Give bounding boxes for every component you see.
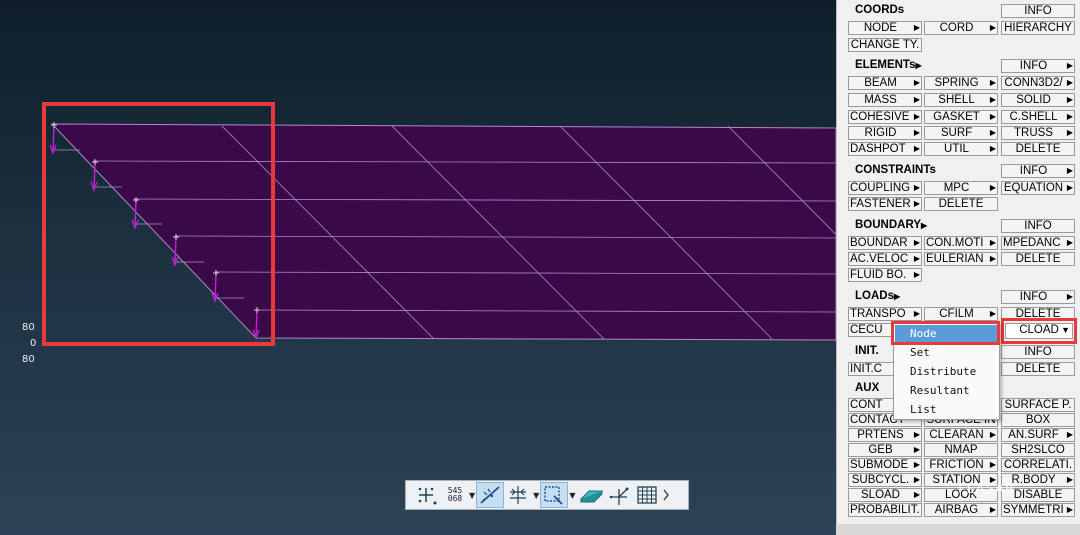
dropdown-highlight-box	[891, 321, 1000, 345]
elements-cohesive-button[interactable]: COHESIVE	[848, 110, 922, 124]
aux-submodel-button[interactable]: SUBMODE	[848, 458, 922, 472]
axis-label-1: 80	[22, 322, 35, 333]
init-delete-button[interactable]: DELETE	[1001, 362, 1075, 376]
node-id-label: 545 068	[447, 486, 463, 503]
aux-prtens-button[interactable]: PRTENS	[848, 428, 922, 442]
boundary-boundary-button[interactable]: BOUNDAR	[848, 236, 922, 250]
node-number-icon[interactable]: 545 068	[442, 482, 468, 508]
boundary-eulerian-button[interactable]: EULERIAN	[924, 252, 998, 266]
axis-label-2: 0	[30, 338, 37, 349]
elements-spring-button[interactable]: SPRING	[924, 76, 998, 90]
dropdown-item-list[interactable]: List	[895, 401, 998, 419]
section-title-constraints: CONSTRAINTs	[855, 164, 936, 176]
elements-util-button[interactable]: UTIL	[924, 142, 998, 156]
view-toolbar: 545 068 ▼ ▼ ▼	[405, 480, 689, 510]
section-title-loads[interactable]: LOADs▶	[855, 290, 900, 302]
boundary-delete-button[interactable]: DELETE	[1001, 252, 1075, 266]
coords-change-type-button[interactable]: CHANGE TY.	[848, 38, 922, 52]
section-title-coords: COORDs	[855, 4, 905, 16]
chevron-down-icon[interactable]: ▼	[533, 491, 539, 500]
dropdown-item-set[interactable]: Set	[895, 344, 998, 362]
aux-sh2slco-button[interactable]: SH2SLCO	[1001, 443, 1075, 457]
elements-rigid-button[interactable]: RIGID	[848, 126, 922, 140]
chevron-down-icon[interactable]: ▼	[569, 491, 575, 500]
constraints-equation-button[interactable]: EQUATION	[1001, 181, 1075, 195]
section-title-elements-label: ELEMENTs	[855, 59, 916, 71]
watermark-text: FEASAB	[958, 482, 1015, 497]
chevron-down-icon[interactable]: ▼	[469, 491, 475, 500]
aux-symmetry-button[interactable]: SYMMETRI	[1001, 503, 1075, 517]
section-title-boundary[interactable]: BOUNDARY▶	[855, 219, 927, 231]
elements-cshell-button[interactable]: C.SHELL	[1001, 110, 1075, 124]
grid-table-icon[interactable]	[634, 482, 660, 508]
aux-box-button[interactable]: BOX	[1001, 413, 1075, 427]
constraints-coupling-button[interactable]: COUPLING	[848, 181, 922, 195]
loads-cfilm-button[interactable]: CFILM	[924, 307, 998, 321]
triangle-right-icon: ▶	[915, 61, 922, 70]
section-title-elements[interactable]: ELEMENTs▶	[855, 59, 922, 71]
triangle-right-icon: ▶	[921, 221, 928, 230]
constraints-mpc-button[interactable]: MPC	[924, 181, 998, 195]
aux-geb-button[interactable]: GEB	[848, 443, 922, 457]
elements-gasket-button[interactable]: GASKET	[924, 110, 998, 124]
elements-surf-button[interactable]: SURF	[924, 126, 998, 140]
dropdown-item-resultant[interactable]: Resultant	[895, 382, 998, 400]
aux-an-surf-button[interactable]: AN.SURF	[1001, 428, 1075, 442]
cload-highlight-box	[1001, 318, 1077, 344]
aux-airbag-button[interactable]: AIRBAG	[924, 503, 998, 517]
elements-mass-button[interactable]: MASS	[848, 93, 922, 107]
aux-correlation-button[interactable]: CORRELATI.	[1001, 458, 1075, 472]
node-pick-icon[interactable]	[412, 482, 442, 508]
aux-friction-button[interactable]: FRICTION	[924, 458, 998, 472]
graphics-viewport[interactable]: 80 0 80	[0, 0, 836, 535]
rotate-view-icon[interactable]	[476, 482, 505, 508]
section-title-aux: AUX	[855, 382, 880, 394]
selection-highlight-box	[42, 102, 275, 346]
elements-beam-button[interactable]: BEAM	[848, 76, 922, 90]
elements-conn3d2-button[interactable]: CONN3D2/	[1001, 76, 1075, 90]
elements-delete-button[interactable]: DELETE	[1001, 142, 1075, 156]
aux-surface-pair-button[interactable]: SURFACE P.	[1001, 398, 1075, 412]
elements-truss-button[interactable]: TRUSS	[1001, 126, 1075, 140]
coords-node-button[interactable]: NODE	[848, 21, 922, 35]
node-connect-icon[interactable]	[606, 482, 634, 508]
constraints-info-button[interactable]: INFO	[1001, 164, 1075, 178]
aux-subcycle-button[interactable]: SUBCYCL.	[848, 473, 922, 487]
axis-label-3: 80	[22, 354, 35, 365]
elements-shell-button[interactable]: SHELL	[924, 93, 998, 107]
constraints-delete-button[interactable]: DELETE	[924, 197, 998, 211]
boundary-info-button[interactable]: INFO	[1001, 219, 1075, 233]
loads-transport-button[interactable]: TRANSPO	[848, 307, 922, 321]
chevron-right-icon[interactable]	[660, 482, 672, 508]
coords-hierarchy-button[interactable]: HIERARCHY	[1001, 21, 1075, 35]
aux-sload-button[interactable]: SLOAD	[848, 488, 922, 502]
aux-clearance-button[interactable]: CLEARAN	[924, 428, 998, 442]
boundary-impedance-button[interactable]: MPEDANC	[1001, 236, 1075, 250]
boundary-con-motion-button[interactable]: CON.MOTI	[924, 236, 998, 250]
elements-dashpot-button[interactable]: DASHPOT	[848, 142, 922, 156]
elements-solid-button[interactable]: SOLID	[1001, 93, 1075, 107]
boundary-ac-velocity-button[interactable]: AC.VELOC	[848, 252, 922, 266]
section-title-init: INIT.	[855, 345, 879, 357]
dropdown-item-distribute[interactable]: Distribute	[895, 363, 998, 381]
boundary-fluid-boundary-button[interactable]: FLUID BO.	[848, 268, 922, 282]
init-info-button[interactable]: INFO	[1001, 345, 1075, 359]
section-title-boundary-label: BOUNDARY	[855, 219, 922, 231]
coords-info-button[interactable]: INFO	[1001, 4, 1075, 18]
coords-cord-button[interactable]: CORD	[924, 21, 998, 35]
loads-info-button[interactable]: INFO	[1001, 290, 1075, 304]
box-select-icon[interactable]	[540, 482, 569, 508]
shaded-surface-icon[interactable]	[576, 482, 606, 508]
section-title-loads-label: LOADs	[855, 290, 894, 302]
constraints-fastener-button[interactable]: FASTENER	[848, 197, 922, 211]
symmetry-icon[interactable]	[504, 482, 532, 508]
status-strip	[836, 524, 1080, 535]
triangle-right-icon: ▶	[893, 292, 901, 301]
aux-nmap-button[interactable]: NMAP	[924, 443, 998, 457]
aux-probability-button[interactable]: PROBABILIT.	[848, 503, 922, 517]
elements-info-button[interactable]: INFO	[1001, 59, 1075, 73]
